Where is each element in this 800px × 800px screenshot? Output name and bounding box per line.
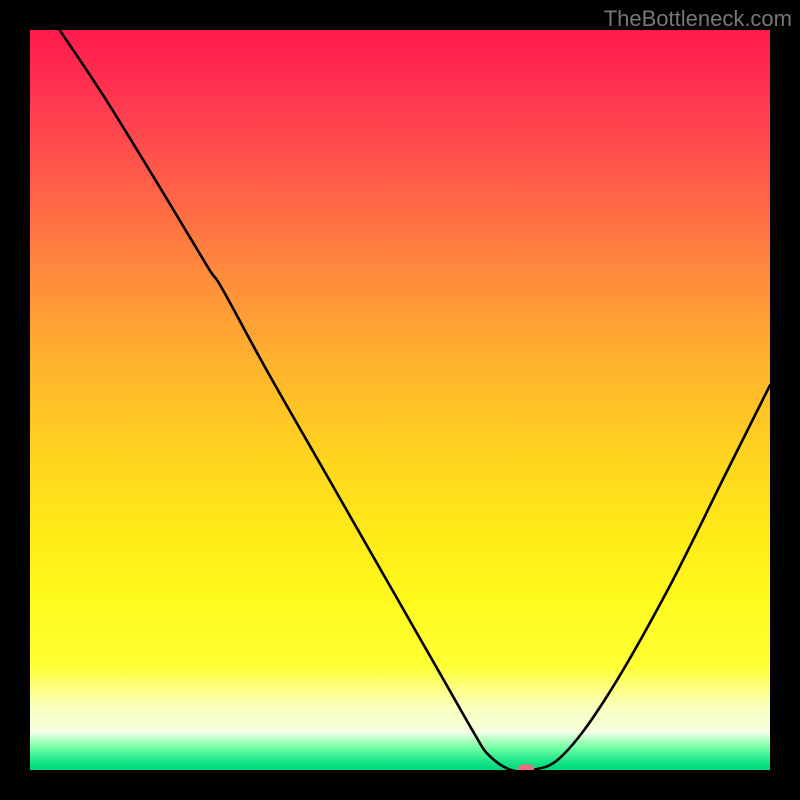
bottleneck-curve bbox=[30, 30, 770, 770]
plot-area bbox=[30, 30, 770, 770]
optimum-marker bbox=[518, 765, 534, 771]
chart-frame: TheBottleneck.com bbox=[0, 0, 800, 800]
curve-path bbox=[60, 30, 770, 770]
watermark-text: TheBottleneck.com bbox=[604, 6, 792, 32]
